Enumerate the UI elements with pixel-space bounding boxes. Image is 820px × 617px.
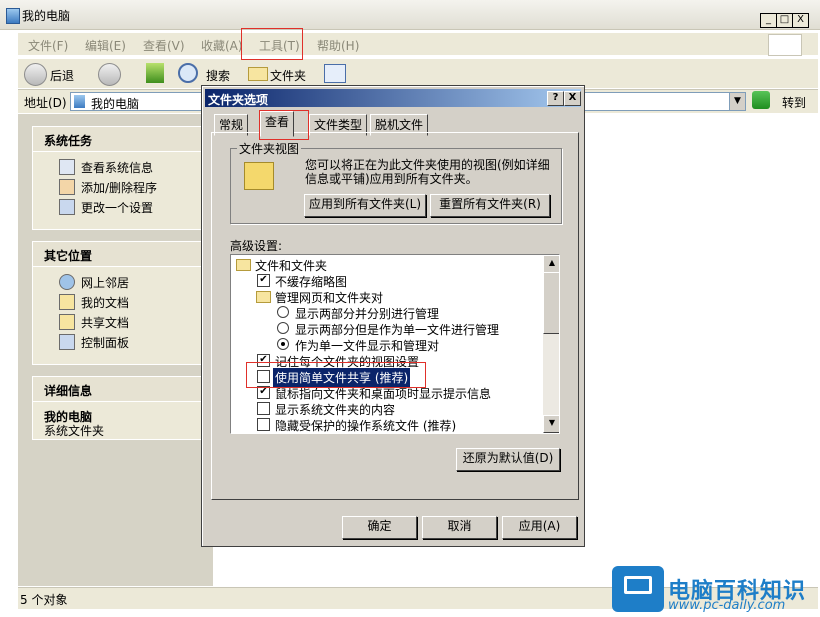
place-my-documents[interactable]: 我的文档 [81, 294, 129, 311]
task-add-remove-programs[interactable]: 添加/删除程序 [81, 179, 157, 196]
restore-defaults-button[interactable]: 还原为默认值(D) [456, 448, 560, 471]
dialog-title: 文件夹选项 [208, 93, 269, 107]
vertical-scrollbar[interactable]: ▲ ▼ [543, 255, 559, 433]
task-pane: 系统任务 查看系统信息 添加/删除程序 更改一个设置 其它位置 网上邻居 我的文… [18, 114, 234, 586]
search-button[interactable]: 搜索 [206, 67, 230, 84]
windows-logo-icon [768, 34, 802, 56]
menu-tools[interactable]: 工具(T) [259, 37, 300, 54]
views-icon[interactable] [324, 64, 346, 83]
scroll-up-icon[interactable]: ▲ [543, 255, 559, 273]
control-panel-icon [59, 199, 75, 215]
scroll-thumb[interactable] [543, 272, 559, 334]
status-text: 5 个对象 [20, 593, 68, 607]
documents-folder-icon [59, 294, 75, 310]
place-control-panel[interactable]: 控制面板 [81, 334, 129, 351]
apply-to-all-folders-button[interactable]: 应用到所有文件夹(L) [304, 194, 426, 217]
dialog-titlebar[interactable]: 文件夹选项 ? X [205, 89, 581, 107]
checkbox[interactable] [257, 402, 270, 415]
radio-button[interactable] [277, 306, 289, 318]
advanced-settings-list[interactable]: 文件和文件夹 ✔ 不缓存缩略图 管理网页和文件夹对 显示两部分并分别进行管理 显… [230, 254, 560, 434]
folder-views-icon [244, 162, 274, 190]
apply-button[interactable]: 应用(A) [502, 516, 577, 539]
forward-arrow-icon[interactable] [98, 63, 121, 86]
folder-icon [248, 67, 268, 81]
chevron-down-icon[interactable]: ▼ [729, 93, 745, 110]
add-remove-programs-icon [59, 179, 75, 195]
watermark-url: www.pc-daily.com [668, 598, 786, 613]
menu-view[interactable]: 查看(V) [143, 37, 185, 54]
task-view-system-info[interactable]: 查看系统信息 [81, 159, 153, 176]
maximize-button[interactable]: □ [776, 13, 793, 28]
reset-all-folders-button[interactable]: 重置所有文件夹(R) [430, 194, 550, 217]
folder-views-description: 您可以将正在为此文件夹使用的视图(例如详细信息或平铺)应用到所有文件夹。 [305, 158, 550, 186]
back-arrow-icon[interactable] [24, 63, 47, 86]
system-info-icon [59, 159, 75, 175]
ok-button[interactable]: 确定 [342, 516, 417, 539]
radio-button[interactable] [277, 322, 289, 334]
address-value: 我的电脑 [91, 97, 140, 111]
folders-button[interactable]: 文件夹 [270, 67, 306, 84]
checkbox[interactable] [257, 418, 270, 431]
menu-file[interactable]: 文件(F) [28, 37, 68, 54]
help-button[interactable]: ? [547, 91, 564, 106]
tab-view[interactable]: 查看 [260, 111, 295, 137]
go-arrow-icon[interactable] [752, 91, 770, 109]
menu-edit[interactable]: 编辑(E) [85, 37, 126, 54]
folder-views-label: 文件夹视图 [237, 140, 302, 157]
control-panel-icon [59, 334, 75, 350]
advanced-settings-label: 高级设置: [230, 239, 283, 253]
menu-favorites[interactable]: 收藏(A) [201, 37, 243, 54]
checkbox[interactable]: ✔ [257, 274, 270, 287]
go-label[interactable]: 转到 [782, 94, 806, 111]
folder-icon [256, 291, 271, 303]
radio-button-selected[interactable] [277, 338, 289, 350]
setting-simple-file-sharing[interactable]: 使用简单文件共享 (推荐) [231, 368, 541, 387]
menu-help[interactable]: 帮助(H) [317, 37, 359, 54]
up-folder-icon[interactable] [146, 63, 164, 83]
scroll-down-icon[interactable]: ▼ [543, 415, 559, 433]
cancel-button[interactable]: 取消 [422, 516, 497, 539]
window-titlebar[interactable]: 我的电脑 _ □ X [0, 0, 820, 30]
dialog-close-button[interactable]: X [564, 91, 581, 106]
checkbox[interactable] [257, 370, 270, 383]
computer-icon [6, 8, 20, 24]
checkbox[interactable]: ✔ [257, 354, 270, 367]
search-icon [178, 63, 198, 83]
address-label: 地址(D) [24, 96, 67, 110]
network-icon [59, 274, 75, 290]
folder-icon [236, 259, 251, 271]
place-shared-documents[interactable]: 共享文档 [81, 314, 129, 331]
back-button[interactable]: 后退 [50, 67, 74, 84]
place-network[interactable]: 网上邻居 [81, 274, 129, 291]
close-button[interactable]: X [792, 13, 809, 28]
shared-folder-icon [59, 314, 75, 330]
checkbox[interactable]: ✔ [257, 386, 270, 399]
folder-options-dialog: 文件夹选项 ? X 常规 查看 文件类型 脱机文件 文件夹视图 您可以将正在为此… [201, 85, 585, 547]
task-change-setting[interactable]: 更改一个设置 [81, 199, 153, 216]
details-desc: 系统文件夹 [44, 424, 105, 438]
computer-icon [74, 95, 85, 108]
toolbar: 后退 搜索 文件夹 [18, 58, 818, 88]
minimize-button[interactable]: _ [760, 13, 777, 28]
window-title: 我的电脑 [22, 9, 71, 23]
monitor-icon [624, 576, 652, 594]
menu-bar: 文件(F) 编辑(E) 查看(V) 收藏(A) 工具(T) 帮助(H) [18, 33, 818, 55]
